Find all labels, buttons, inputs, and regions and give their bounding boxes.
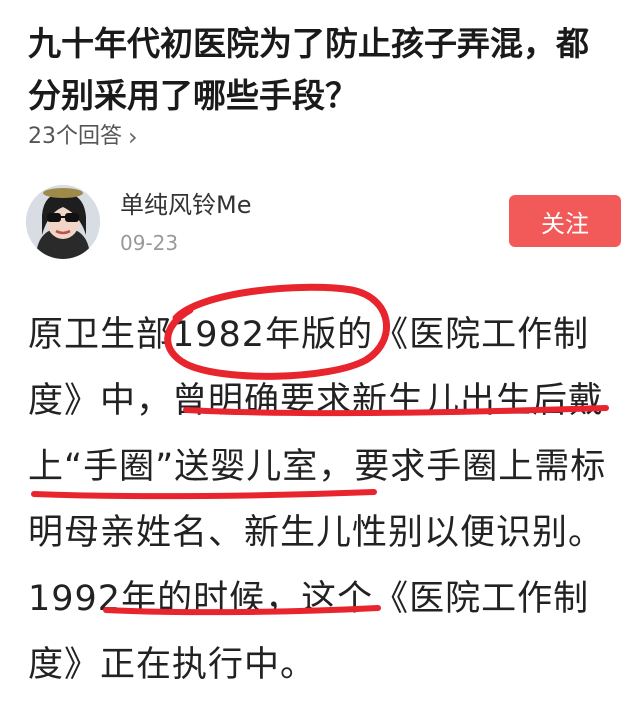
question-title: 九十年代初医院为了防止孩子弄混，都分别采用了哪些手段？	[28, 24, 589, 115]
follow-button[interactable]: 关注	[509, 195, 621, 247]
avatar-image	[26, 185, 100, 259]
author-name[interactable]: 单纯风铃Me	[120, 190, 251, 220]
chevron-right-icon: ›	[128, 123, 138, 151]
avatar[interactable]	[26, 185, 100, 259]
answer-count-link[interactable]: 23个回答 ›	[28, 122, 138, 152]
answer-date: 09-23	[120, 231, 179, 255]
answer-body: 原卫生部1982年版的《医院工作制度》中，曾明确要求新生儿出生后戴上“手圈”送婴…	[28, 315, 607, 685]
answer-count-label: 23个回答	[28, 124, 122, 149]
